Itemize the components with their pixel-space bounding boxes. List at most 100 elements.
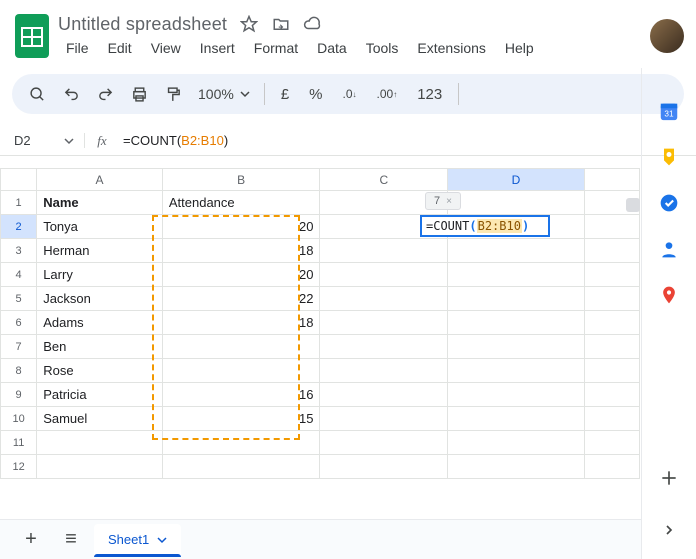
cell[interactable] [584, 287, 639, 311]
percent-format-button[interactable]: % [301, 80, 330, 108]
cell[interactable] [448, 335, 584, 359]
cell[interactable] [584, 383, 639, 407]
active-cell-editor[interactable]: =COUNT(B2:B10) [420, 215, 550, 237]
search-menu-icon[interactable] [22, 80, 52, 108]
row-header[interactable]: 7 [1, 335, 37, 359]
cell[interactable]: 22 [162, 287, 320, 311]
cell[interactable] [448, 287, 584, 311]
paint-format-icon[interactable] [158, 80, 188, 108]
cell[interactable]: 20 [162, 263, 320, 287]
row-header[interactable]: 11 [1, 431, 37, 455]
sheet-tab-sheet1[interactable]: Sheet1 [94, 524, 181, 556]
account-avatar[interactable] [650, 19, 684, 53]
cell[interactable]: Rose [37, 359, 163, 383]
star-icon[interactable] [239, 14, 259, 34]
row-header[interactable]: 5 [1, 287, 37, 311]
row-header[interactable]: 4 [1, 263, 37, 287]
cell[interactable]: 18 [162, 311, 320, 335]
cell[interactable]: 20 [162, 215, 320, 239]
hint-close-icon[interactable]: × [446, 196, 452, 207]
cell[interactable] [320, 431, 448, 455]
menu-data[interactable]: Data [309, 37, 355, 59]
cell[interactable] [448, 455, 584, 479]
cell[interactable]: Jackson [37, 287, 163, 311]
cell[interactable] [584, 431, 639, 455]
col-header-A[interactable]: A [37, 169, 163, 191]
decrease-decimal-button[interactable]: .0↓ [335, 80, 365, 108]
cell[interactable] [448, 263, 584, 287]
col-header-B[interactable]: B [162, 169, 320, 191]
cell[interactable] [320, 455, 448, 479]
name-box[interactable]: D2 [0, 133, 85, 148]
cell[interactable]: 18 [162, 239, 320, 263]
cell[interactable] [162, 431, 320, 455]
col-header-C[interactable]: C [320, 169, 448, 191]
menu-insert[interactable]: Insert [192, 37, 243, 59]
cell[interactable] [320, 239, 448, 263]
cell[interactable] [584, 239, 639, 263]
cell[interactable]: Tonya [37, 215, 163, 239]
cell[interactable] [320, 287, 448, 311]
add-on-plus-icon[interactable] [658, 467, 680, 489]
cell[interactable] [584, 407, 639, 431]
col-header-D[interactable]: D [448, 169, 584, 191]
cell[interactable] [448, 407, 584, 431]
cell[interactable]: Larry [37, 263, 163, 287]
currency-format-button[interactable]: £ [273, 80, 297, 108]
cell[interactable] [448, 431, 584, 455]
vertical-scrollbar[interactable] [626, 198, 640, 212]
cell[interactable] [320, 335, 448, 359]
cell[interactable] [584, 455, 639, 479]
cell[interactable] [37, 455, 163, 479]
cell[interactable]: Samuel [37, 407, 163, 431]
cell[interactable] [162, 455, 320, 479]
menu-view[interactable]: View [143, 37, 189, 59]
all-sheets-button[interactable]: ≡ [54, 525, 88, 555]
cell[interactable] [320, 383, 448, 407]
col-header-E[interactable] [584, 169, 639, 191]
formula-result-hint[interactable]: 7 × [425, 192, 461, 210]
menu-tools[interactable]: Tools [358, 37, 407, 59]
cell[interactable] [162, 335, 320, 359]
select-all-corner[interactable] [1, 169, 37, 191]
row-header[interactable]: 2 [1, 215, 37, 239]
cell[interactable] [584, 311, 639, 335]
cell[interactable]: Herman [37, 239, 163, 263]
formula-input[interactable]: =COUNT(B2:B10) [119, 133, 696, 148]
cell[interactable]: Patricia [37, 383, 163, 407]
cell[interactable] [320, 359, 448, 383]
cell[interactable] [37, 431, 163, 455]
cell[interactable] [584, 263, 639, 287]
tasks-icon[interactable] [658, 192, 680, 214]
cell[interactable] [448, 311, 584, 335]
menu-help[interactable]: Help [497, 37, 542, 59]
keep-icon[interactable] [658, 146, 680, 168]
cell[interactable] [448, 359, 584, 383]
increase-decimal-button[interactable]: .00↑ [369, 80, 406, 108]
contacts-icon[interactable] [658, 238, 680, 260]
cell[interactable]: 16 [162, 383, 320, 407]
move-folder-icon[interactable] [271, 14, 291, 34]
calendar-icon[interactable]: 31 [658, 100, 680, 122]
cell[interactable]: 15 [162, 407, 320, 431]
print-icon[interactable] [124, 80, 154, 108]
menu-format[interactable]: Format [246, 37, 306, 59]
row-header[interactable]: 6 [1, 311, 37, 335]
menu-file[interactable]: File [58, 37, 97, 59]
row-header[interactable]: 8 [1, 359, 37, 383]
menu-extensions[interactable]: Extensions [409, 37, 493, 59]
zoom-select[interactable]: 100% [192, 86, 256, 102]
cell[interactable]: Adams [37, 311, 163, 335]
row-header[interactable]: 10 [1, 407, 37, 431]
row-header[interactable]: 1 [1, 191, 37, 215]
cell[interactable]: Name [37, 191, 163, 215]
cell[interactable]: Ben [37, 335, 163, 359]
doc-title[interactable]: Untitled spreadsheet [58, 14, 227, 35]
cell[interactable] [448, 383, 584, 407]
maps-icon[interactable] [658, 284, 680, 306]
cell[interactable] [448, 239, 584, 263]
cell[interactable] [320, 407, 448, 431]
menu-edit[interactable]: Edit [100, 37, 140, 59]
collapse-panel-icon[interactable] [658, 519, 680, 541]
cell[interactable] [584, 335, 639, 359]
